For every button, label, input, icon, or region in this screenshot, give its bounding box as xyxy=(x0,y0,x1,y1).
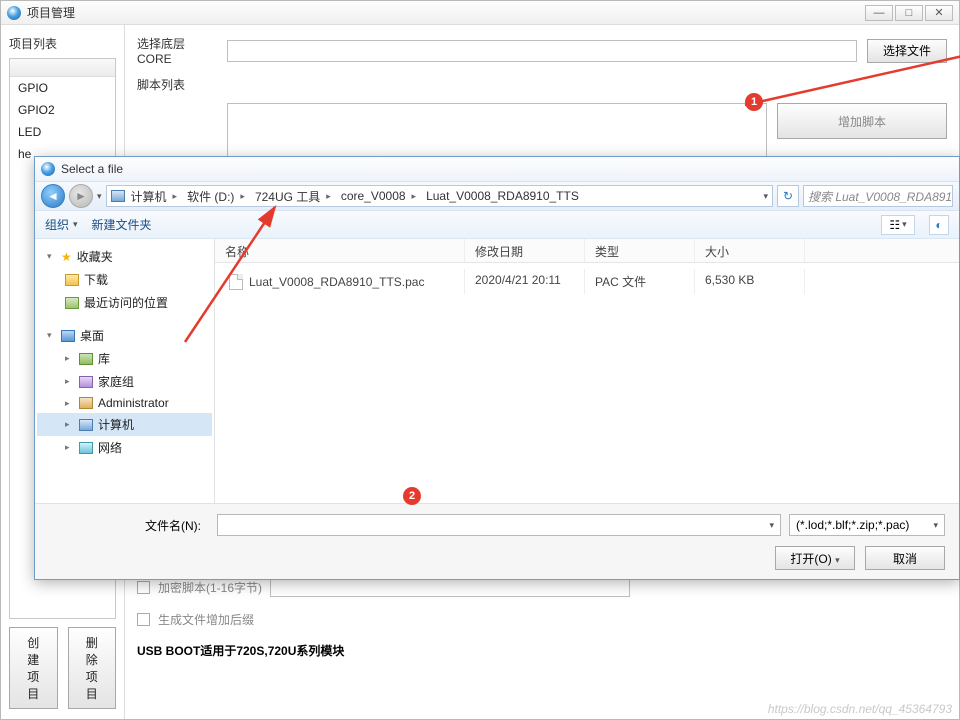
gensuffix-checkbox[interactable] xyxy=(137,613,150,626)
folder-icon xyxy=(65,274,79,286)
tree-computer[interactable]: ▸计算机 xyxy=(37,413,212,436)
file-icon xyxy=(229,274,243,290)
delete-project-button[interactable]: 删除项目 xyxy=(68,627,117,709)
help-button[interactable]: ◐ xyxy=(929,215,949,235)
recent-icon xyxy=(65,297,79,309)
dialog-app-icon xyxy=(41,162,55,176)
nav-history-dropdown[interactable]: ▾ xyxy=(97,191,102,202)
nav-forward-button[interactable]: ► xyxy=(69,184,93,208)
new-folder-button[interactable]: 新建文件夹 xyxy=(92,216,152,233)
script-list-label: 脚本列表 xyxy=(137,76,217,93)
breadcrumb[interactable]: 724UG 工具 xyxy=(251,188,335,205)
computer-icon xyxy=(111,190,125,202)
dialog-nav-bar: ◄ ► ▾ 计算机 软件 (D:) 724UG 工具 core_V0008 Lu… xyxy=(35,181,959,211)
annotation-badge-1: 1 xyxy=(745,93,763,111)
encrypt-input[interactable] xyxy=(270,577,630,597)
file-size: 6,530 KB xyxy=(695,269,805,294)
breadcrumb[interactable]: Luat_V0008_RDA8910_TTS xyxy=(422,189,583,203)
open-button[interactable]: 打开(O) ▾ xyxy=(775,546,855,570)
search-input[interactable]: 搜索 Luat_V0008_RDA8910 xyxy=(803,185,953,207)
create-project-button[interactable]: 创建项目 xyxy=(9,627,58,709)
cancel-button[interactable]: 取消 xyxy=(865,546,945,570)
close-button[interactable]: ✕ xyxy=(925,5,953,21)
file-name: Luat_V0008_RDA8910_TTS.pac xyxy=(249,275,424,289)
watermark: https://blog.csdn.net/qq_45364793 xyxy=(768,702,952,716)
minimize-button[interactable]: — xyxy=(865,5,893,21)
filename-label: 文件名(N): xyxy=(49,517,209,534)
breadcrumb[interactable]: 计算机 xyxy=(127,188,182,205)
project-item[interactable]: GPIO2 xyxy=(10,99,115,121)
tree-recent[interactable]: 最近访问的位置 xyxy=(37,291,212,314)
select-file-button[interactable]: 选择文件 xyxy=(867,39,947,63)
tree-network[interactable]: ▸网络 xyxy=(37,436,212,459)
project-item[interactable]: LED xyxy=(10,121,115,143)
breadcrumb[interactable]: 软件 (D:) xyxy=(183,188,249,205)
tree-homegroup[interactable]: ▸家庭组 xyxy=(37,370,212,393)
organize-menu[interactable]: 组织 ▾ xyxy=(45,216,78,233)
gensuffix-label: 生成文件增加后缀 xyxy=(158,611,254,628)
encrypt-label: 加密脚本(1-16字节) xyxy=(158,579,262,596)
desktop-icon xyxy=(61,330,75,342)
user-icon xyxy=(79,397,93,409)
file-date: 2020/4/21 20:11 xyxy=(465,269,585,294)
app-icon xyxy=(7,6,21,20)
tree-favorites[interactable]: ▾★收藏夹 xyxy=(37,245,212,268)
address-dropdown-icon[interactable]: ▾ xyxy=(763,191,768,202)
filename-input[interactable]: ▾ xyxy=(217,514,781,536)
main-titlebar: 项目管理 — □ ✕ xyxy=(1,1,959,25)
encrypt-checkbox[interactable] xyxy=(137,581,150,594)
file-filter-combo[interactable]: (*.lod;*.blf;*.zip;*.pac)▾ xyxy=(789,514,945,536)
network-icon xyxy=(79,442,93,454)
homegroup-icon xyxy=(79,376,93,388)
main-title: 项目管理 xyxy=(27,4,75,21)
library-icon xyxy=(79,353,93,365)
file-row[interactable]: Luat_V0008_RDA8910_TTS.pac 2020/4/21 20:… xyxy=(215,263,959,300)
dialog-title: Select a file xyxy=(61,162,123,176)
computer-icon xyxy=(79,419,93,431)
usb-boot-note: USB BOOT适用于720S,720U系列模块 xyxy=(137,642,947,659)
star-icon: ★ xyxy=(61,250,72,264)
tree-libraries[interactable]: ▸库 xyxy=(37,347,212,370)
address-bar[interactable]: 计算机 软件 (D:) 724UG 工具 core_V0008 Luat_V00… xyxy=(106,185,773,207)
col-name[interactable]: 名称 xyxy=(215,239,465,262)
column-headers[interactable]: 名称 修改日期 类型 大小 xyxy=(215,239,959,263)
col-date[interactable]: 修改日期 xyxy=(465,239,585,262)
tree-desktop[interactable]: ▾桌面 xyxy=(37,324,212,347)
col-type[interactable]: 类型 xyxy=(585,239,695,262)
file-open-dialog: Select a file ◄ ► ▾ 计算机 软件 (D:) 724UG 工具… xyxy=(34,156,960,580)
maximize-button[interactable]: □ xyxy=(895,5,923,21)
tree-admin[interactable]: ▸Administrator xyxy=(37,393,212,413)
core-label: 选择底层CORE xyxy=(137,35,217,66)
folder-tree[interactable]: ▾★收藏夹 下载 最近访问的位置 ▾桌面 ▸库 ▸家庭组 ▸Administra… xyxy=(35,239,215,503)
breadcrumb[interactable]: core_V0008 xyxy=(337,189,420,203)
dialog-titlebar: Select a file xyxy=(35,157,959,181)
tree-downloads[interactable]: 下载 xyxy=(37,268,212,291)
refresh-button[interactable]: ↻ xyxy=(777,185,799,207)
search-placeholder: 搜索 Luat_V0008_RDA8910 xyxy=(808,188,953,205)
script-list-box[interactable] xyxy=(227,103,767,157)
project-item[interactable]: GPIO xyxy=(10,77,115,99)
project-list-label: 项目列表 xyxy=(9,35,116,52)
dialog-toolbar: 组织 ▾ 新建文件夹 ☷ ▾ ◐ xyxy=(35,211,959,239)
filename-dropdown-icon[interactable]: ▾ xyxy=(769,520,774,531)
annotation-badge-2: 2 xyxy=(403,487,421,505)
col-size[interactable]: 大小 xyxy=(695,239,805,262)
file-type: PAC 文件 xyxy=(585,269,695,294)
dialog-footer: 文件名(N): ▾ (*.lod;*.blf;*.zip;*.pac)▾ 打开(… xyxy=(35,503,959,579)
file-list[interactable]: 名称 修改日期 类型 大小 Luat_V0008_RDA8910_TTS.pac… xyxy=(215,239,959,503)
core-path-input[interactable] xyxy=(227,40,857,62)
view-mode-button[interactable]: ☷ ▾ xyxy=(881,215,915,235)
add-script-button[interactable]: 增加脚本 xyxy=(777,103,947,139)
nav-back-button[interactable]: ◄ xyxy=(41,184,65,208)
